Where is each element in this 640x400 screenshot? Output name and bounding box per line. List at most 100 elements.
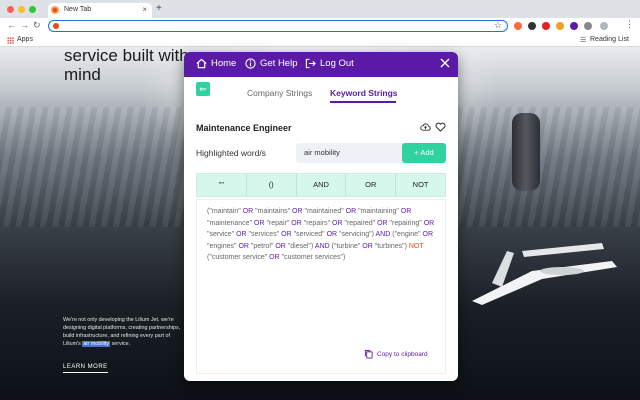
tab-title: New Tab xyxy=(64,6,92,13)
query-operator: OR xyxy=(332,219,343,227)
extension-icon[interactable] xyxy=(570,22,578,30)
query-term: "maintaining" xyxy=(356,208,401,215)
highlighted-phrase: air mobility xyxy=(82,341,111,347)
more-menu-icon[interactable]: ⋮ xyxy=(625,19,634,30)
tab-close-icon[interactable]: × xyxy=(142,5,147,14)
query-operator: OR xyxy=(269,254,280,261)
apps-grid-icon[interactable] xyxy=(7,37,14,44)
new-tab-button[interactable]: + xyxy=(156,3,162,14)
log-out-label: Log Out xyxy=(320,58,354,69)
puzzle-icon[interactable] xyxy=(584,22,592,30)
avatar[interactable] xyxy=(600,22,608,30)
close-icon[interactable] xyxy=(439,57,451,69)
query-operator: OR xyxy=(377,219,388,227)
query-term: "servicing") xyxy=(337,231,376,238)
query-term: "turbines") xyxy=(372,242,409,250)
reload-icon[interactable]: ↻ xyxy=(33,20,41,31)
cloud-upload-icon[interactable] xyxy=(420,122,431,132)
extension-icon[interactable] xyxy=(542,22,550,30)
bookmark-star-icon[interactable]: ☆ xyxy=(494,20,502,31)
copy-label: Copy to clipboard xyxy=(377,350,428,358)
background-body-text: We're not only developing the Lilium Jet… xyxy=(63,316,189,348)
home-label: Home xyxy=(211,58,237,69)
query-operator: OR xyxy=(275,242,286,250)
body-text-end: service. xyxy=(111,341,131,347)
highlighted-words-input[interactable]: air mobility + Add xyxy=(296,143,446,163)
back-button[interactable]: ⇐ xyxy=(196,82,210,96)
not-operator-button[interactable]: NOT xyxy=(396,174,445,196)
query-operator: OR xyxy=(254,219,265,227)
query-operator: OR xyxy=(281,231,292,238)
learn-more-link[interactable]: LEARN MORE xyxy=(63,364,108,373)
boolean-string-editor[interactable]: ("maintain" OR "maintains" OR "maintaine… xyxy=(196,199,446,374)
apps-link[interactable]: Apps xyxy=(17,36,33,43)
role-title: Maintenance Engineer xyxy=(196,123,292,133)
query-operator: OR xyxy=(422,231,434,238)
query-term: "repairs" xyxy=(301,219,333,227)
minimize-window-button[interactable] xyxy=(18,6,25,13)
hero-line: service built with xyxy=(64,46,189,65)
hero-line: mind xyxy=(64,65,101,84)
background-pillar xyxy=(512,113,540,191)
get-help-button[interactable]: Get Help xyxy=(245,58,298,69)
back-arrow-icon: ⇐ xyxy=(199,84,207,94)
or-operator-button[interactable]: OR xyxy=(346,174,397,196)
site-icon xyxy=(53,23,59,29)
tab-company-strings[interactable]: Company Strings xyxy=(247,88,312,98)
log-out-button[interactable]: Log Out xyxy=(305,58,354,69)
home-icon xyxy=(196,58,207,69)
query-operator: OR xyxy=(242,208,254,215)
query-not-operator: NOT xyxy=(408,242,424,250)
query-operator: OR xyxy=(400,208,412,215)
quotes-operator-button[interactable]: "" xyxy=(197,174,247,196)
popup-header: Home Get Help Log Out xyxy=(184,52,458,77)
extension-icon[interactable] xyxy=(556,22,564,30)
query-operator: OR xyxy=(236,231,247,238)
extension-icon[interactable] xyxy=(514,22,522,30)
highlighted-words-label: Highlighted word/s xyxy=(196,148,266,158)
and-operator-button[interactable]: AND xyxy=(296,174,347,196)
back-arrow-icon[interactable]: ← xyxy=(7,20,16,30)
browser-toolbar: ← → ↻ ☆ ⋮ xyxy=(0,18,640,34)
home-button[interactable]: Home xyxy=(196,58,236,69)
query-operator: AND xyxy=(314,242,330,250)
background-hero-heading: service built with mind xyxy=(64,46,189,84)
query-term: "repairing" xyxy=(387,219,424,227)
query-term: "repaired" xyxy=(342,219,378,227)
query-term: "serviced" xyxy=(291,231,327,238)
close-window-button[interactable] xyxy=(7,6,14,13)
query-operator: OR xyxy=(238,242,249,250)
query-operator: OR xyxy=(345,208,357,215)
query-operator: AND xyxy=(375,231,391,238)
address-bar[interactable]: ☆ xyxy=(48,20,508,32)
query-term: "petrol" xyxy=(248,242,276,250)
query-operator: OR xyxy=(292,208,303,215)
info-icon xyxy=(245,58,256,69)
maximize-window-button[interactable] xyxy=(29,6,36,13)
query-term: "repair" xyxy=(264,219,292,227)
heart-icon[interactable] xyxy=(435,122,446,132)
query-term: "services" xyxy=(246,231,282,238)
query-term: "customer services") xyxy=(279,254,346,261)
query-term: "maintains" xyxy=(253,208,293,215)
aircraft-illustration xyxy=(472,243,617,305)
extension-icon[interactable] xyxy=(528,22,536,30)
query-operator: OR xyxy=(423,219,435,227)
forward-arrow-icon[interactable]: → xyxy=(20,20,29,30)
extension-popup: Home Get Help Log Out ⇐ Company Strings … xyxy=(184,52,458,381)
reading-list-icon[interactable]: ☰ xyxy=(580,36,586,44)
get-help-label: Get Help xyxy=(260,58,298,69)
parentheses-operator-button[interactable]: () xyxy=(246,174,297,196)
reading-list-link[interactable]: Reading List xyxy=(590,36,629,43)
browser-tab[interactable]: New Tab × xyxy=(48,3,152,18)
query-term: ("turbine" xyxy=(329,242,363,250)
tab-favicon-icon xyxy=(51,6,59,14)
add-button[interactable]: + Add xyxy=(402,143,446,163)
query-operator: OR xyxy=(362,242,373,250)
active-tab-indicator xyxy=(330,101,396,103)
operator-bar: "" () AND OR NOT xyxy=(196,173,446,197)
query-term: "diesel") xyxy=(285,242,315,250)
copy-to-clipboard-button[interactable]: Copy to clipboard xyxy=(364,349,428,359)
logout-icon xyxy=(305,58,316,69)
tab-keyword-strings[interactable]: Keyword Strings xyxy=(330,88,398,98)
